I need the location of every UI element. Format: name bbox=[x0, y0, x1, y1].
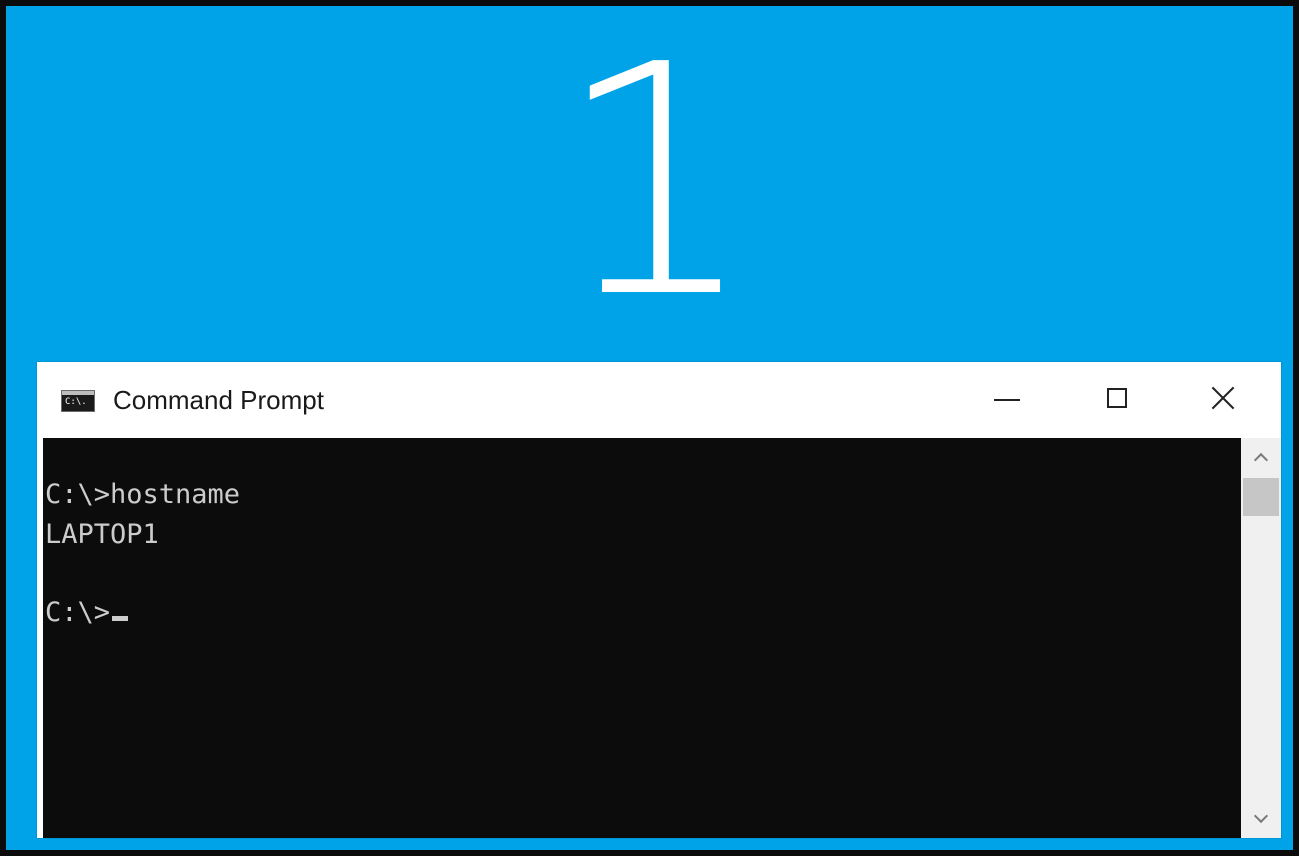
console-prompt-line: C:\> bbox=[45, 596, 129, 630]
maximize-icon bbox=[1107, 388, 1127, 408]
scroll-down-button[interactable] bbox=[1241, 800, 1281, 838]
minimize-icon bbox=[994, 399, 1020, 401]
cmd-icon[interactable]: C:\. bbox=[61, 390, 95, 412]
window-title: Command Prompt bbox=[113, 385, 324, 415]
console-prompt: C:\> bbox=[45, 597, 111, 628]
chevron-up-icon bbox=[1253, 452, 1269, 468]
command-prompt-window[interactable]: C:\. Command Prompt C:\>hostname LAPTOP1… bbox=[37, 362, 1281, 838]
display-number: 1 bbox=[554, 0, 758, 367]
vertical-scrollbar[interactable] bbox=[1241, 438, 1281, 838]
title-bar[interactable]: C:\. Command Prompt bbox=[37, 362, 1281, 434]
minimize-button[interactable] bbox=[961, 362, 1053, 434]
desktop-frame: 1 C:\. Command Prompt C:\>hostname LAPTO… bbox=[0, 0, 1299, 856]
text-cursor bbox=[112, 616, 129, 621]
close-icon bbox=[1211, 386, 1235, 410]
maximize-button[interactable] bbox=[1071, 362, 1163, 434]
scroll-up-button[interactable] bbox=[1241, 438, 1281, 476]
console-line: C:\>hostname bbox=[45, 479, 241, 510]
console-area[interactable]: C:\>hostname LAPTOP1 C:\> bbox=[43, 438, 1241, 838]
chevron-down-icon bbox=[1253, 808, 1269, 824]
close-button[interactable] bbox=[1177, 362, 1269, 434]
console-line: LAPTOP1 bbox=[45, 519, 159, 550]
scrollbar-thumb[interactable] bbox=[1243, 478, 1279, 516]
